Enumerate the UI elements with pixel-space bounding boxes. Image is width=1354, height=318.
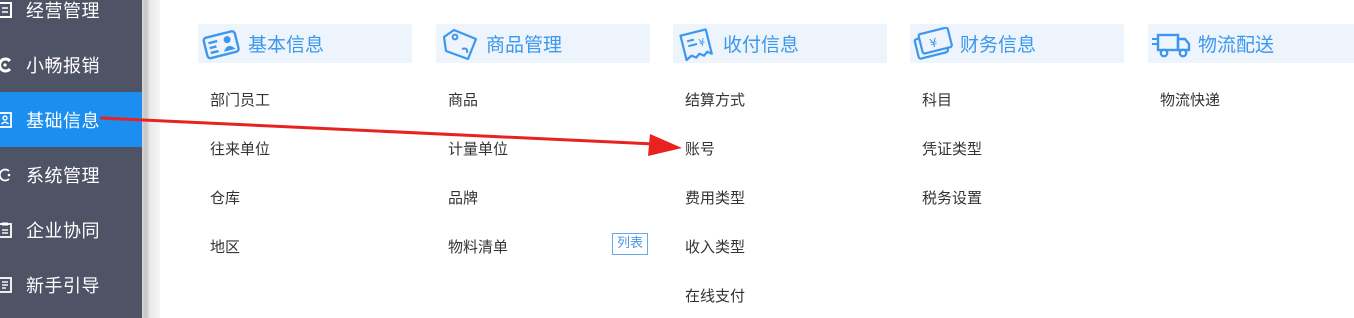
menu-link-subjects[interactable]: 科目 [922, 89, 952, 110]
menu-link-accounts[interactable]: 账号 [685, 138, 715, 159]
menu-link-online-payment[interactable]: 在线支付 [685, 285, 745, 306]
menu-link-business-partners[interactable]: 往来单位 [210, 138, 270, 159]
menu-link-settlement-methods[interactable]: 结算方式 [685, 89, 745, 110]
column-title: 财务信息 [960, 34, 1037, 56]
menu-link-products[interactable]: 商品 [448, 89, 478, 110]
sidebar-item-label: 基础信息 [26, 110, 100, 132]
id-card-icon [200, 27, 244, 61]
sidebar-item-beginner-guide[interactable]: 新手引导 [0, 257, 142, 312]
list-badge[interactable]: 列表 [612, 233, 649, 255]
sidebar-item-system-management[interactable]: 系统管理 [0, 147, 142, 202]
sidebar-item-label: 小畅报销 [26, 55, 100, 77]
menu-link-warehouse[interactable]: 仓库 [210, 187, 240, 208]
sidebar-divider[interactable] [142, 0, 160, 318]
column-title: 基本信息 [248, 34, 325, 56]
column-title: 收付信息 [723, 34, 800, 56]
menu-link-bill-of-materials[interactable]: 物料清单 [448, 236, 508, 257]
menu-link-units-of-measure[interactable]: 计量单位 [448, 138, 508, 159]
sidebar-item-label: 系统管理 [26, 165, 100, 187]
clipboard-icon [0, 222, 12, 238]
guide-icon [0, 276, 12, 293]
sidebar-item-reimbursement[interactable]: 小畅报销 [0, 37, 142, 92]
menu-link-income-types[interactable]: 收入类型 [685, 236, 745, 257]
menu-column-product-management: 商品管理 商品 计量单位 品牌 物料清单 列表 [436, 24, 650, 256]
sidebar-item-label: 经营管理 [26, 0, 100, 22]
column-header: ¥ 财务信息 [910, 24, 1124, 63]
receipt-icon: ¥ [675, 27, 719, 61]
tag-icon [438, 27, 482, 61]
finance-card-icon: ¥ [912, 26, 956, 61]
reimburse-icon [0, 57, 12, 73]
sidebar-item-enterprise-collaboration[interactable]: 企业协同 [0, 202, 142, 257]
menu-column-logistics: 物流配送 物流快递 [1148, 24, 1354, 109]
menu-link-tax-settings[interactable]: 税务设置 [922, 187, 982, 208]
menu-column-payment-info: ¥ 收付信息 结算方式 账号 费用类型 收入类型 在线支付 [673, 24, 887, 305]
document-icon [0, 1, 12, 18]
column-header: 基本信息 [198, 24, 412, 63]
menu-link-region[interactable]: 地区 [210, 236, 240, 257]
column-title: 物流配送 [1198, 34, 1275, 56]
sidebar-item-label: 新手引导 [26, 275, 100, 297]
sidebar-item-basic-info[interactable]: 基础信息 [0, 92, 142, 147]
menu-link-courier[interactable]: 物流快递 [1160, 89, 1220, 110]
column-header: 物流配送 [1148, 24, 1354, 63]
svg-text:¥: ¥ [698, 37, 707, 49]
menu-link-voucher-types[interactable]: 凭证类型 [922, 138, 982, 159]
menu-link-departments-employees[interactable]: 部门员工 [210, 89, 270, 110]
id-card-icon [0, 111, 12, 128]
column-title: 商品管理 [486, 34, 563, 56]
menu-column-finance-info: ¥ 财务信息 科目 凭证类型 税务设置 [910, 24, 1124, 207]
sidebar-item-business-management[interactable]: 经营管理 [0, 0, 142, 37]
sidebar: 经营管理 小畅报销 基础信息 系统管理 企业协同 新手引导 [0, 0, 142, 318]
menu-column-basic-info: 基本信息 部门员工 往来单位 仓库 地区 [198, 24, 412, 256]
settings-icon [0, 167, 12, 183]
column-header: ¥ 收付信息 [673, 24, 887, 63]
sidebar-item-label: 企业协同 [26, 220, 100, 242]
menu-link-brands[interactable]: 品牌 [448, 187, 478, 208]
menu-link-expense-types[interactable]: 费用类型 [685, 187, 745, 208]
truck-icon [1150, 27, 1194, 61]
column-header: 商品管理 [436, 24, 650, 63]
